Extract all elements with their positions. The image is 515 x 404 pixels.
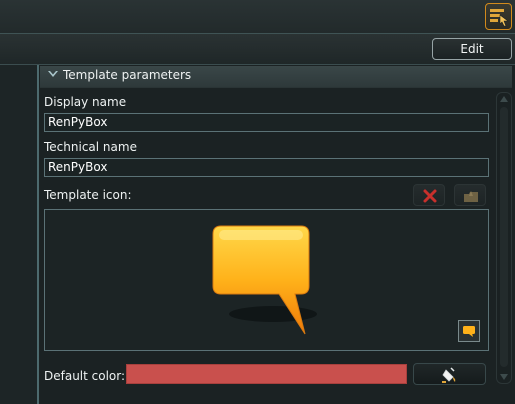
- panel-toggle-icon: [490, 9, 509, 27]
- default-color-swatch[interactable]: [126, 364, 407, 384]
- section-title: Template parameters: [63, 68, 192, 82]
- color-bucket-icon: [442, 367, 456, 383]
- template-icon-preview: [44, 209, 489, 351]
- display-name-field[interactable]: RenPyBox: [44, 113, 489, 132]
- speech-bubble-icon: [212, 225, 317, 335]
- icon-pick-button[interactable]: [458, 320, 480, 342]
- display-name-label: Display name: [44, 95, 127, 109]
- folder-icon: [464, 191, 478, 202]
- template-icon-label: Template icon:: [44, 188, 132, 202]
- scroll-down-icon[interactable]: [500, 374, 508, 380]
- top-bar: [0, 0, 515, 34]
- open-icon-button[interactable]: [454, 184, 486, 206]
- remove-icon-button[interactable]: [413, 184, 445, 206]
- vertical-scrollbar[interactable]: [496, 92, 512, 384]
- scroll-thumb[interactable]: [500, 107, 508, 367]
- left-pane: [0, 65, 37, 404]
- speech-bubble-small-icon: [463, 326, 475, 337]
- chevron-down-icon: [48, 71, 58, 77]
- technical-name-label: Technical name: [44, 140, 137, 154]
- x-icon: [423, 189, 437, 203]
- edit-button[interactable]: Edit: [432, 38, 512, 60]
- technical-name-field[interactable]: RenPyBox: [44, 158, 489, 177]
- section-header-template-parameters[interactable]: Template parameters: [40, 66, 512, 88]
- default-color-label: Default color:: [44, 369, 126, 383]
- panel-toggle-button[interactable]: [485, 3, 512, 30]
- color-picker-button[interactable]: [413, 363, 486, 385]
- scroll-up-icon[interactable]: [500, 96, 508, 102]
